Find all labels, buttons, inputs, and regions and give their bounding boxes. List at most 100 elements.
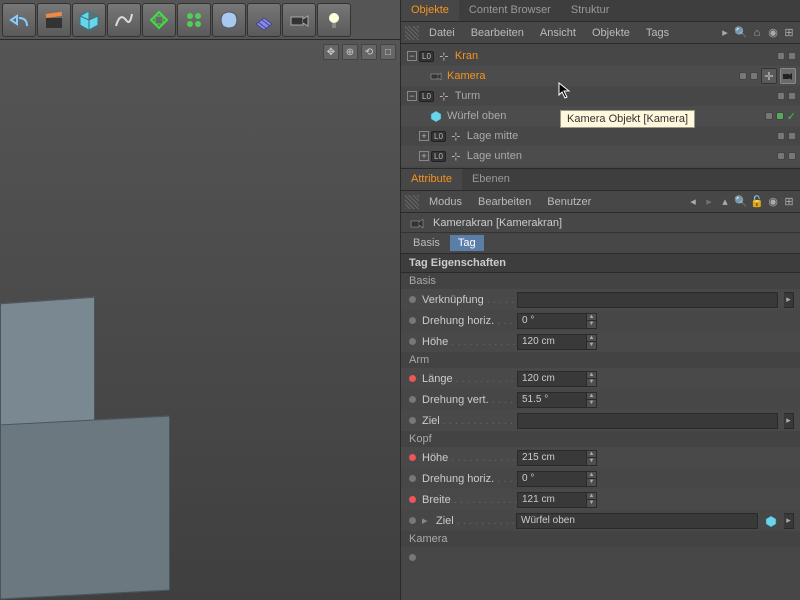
link-field[interactable]: [517, 292, 778, 308]
nav-fwd-icon[interactable]: ▸: [702, 195, 716, 209]
link-arrow-icon[interactable]: ▸: [784, 413, 794, 429]
vis-dot[interactable]: [765, 112, 773, 120]
nav-up-icon[interactable]: ▴: [718, 195, 732, 209]
tag-camera-icon[interactable]: [780, 68, 796, 84]
value-input[interactable]: 120 cm: [517, 334, 587, 350]
vis-dot[interactable]: [788, 132, 796, 140]
tree-item-turm[interactable]: − L0 ⊹ Turm: [401, 86, 800, 106]
grip-icon[interactable]: [405, 195, 419, 209]
anim-dot[interactable]: [409, 496, 416, 503]
spinner[interactable]: ▲▼: [587, 392, 597, 408]
menu-objekte[interactable]: Objekte: [586, 25, 636, 41]
tab-objekte[interactable]: Objekte: [401, 0, 459, 21]
tool-cube-icon[interactable]: [72, 3, 106, 37]
home-icon[interactable]: ⌂: [750, 26, 764, 40]
anim-dot[interactable]: [409, 375, 416, 382]
vis-dot[interactable]: [739, 72, 747, 80]
menu-datei[interactable]: Datei: [423, 25, 461, 41]
link-arrow-icon[interactable]: ▸: [784, 292, 794, 308]
vis-dot[interactable]: [777, 132, 785, 140]
anim-dot[interactable]: [409, 317, 416, 324]
vis-dot[interactable]: [788, 52, 796, 60]
eye-icon[interactable]: ◉: [766, 26, 780, 40]
anim-dot[interactable]: [409, 475, 416, 482]
value-input[interactable]: 215 cm: [517, 450, 587, 466]
menu-modus[interactable]: Modus: [423, 194, 468, 210]
viewport-3d[interactable]: ✥ ⊕ ⟲ □: [0, 40, 400, 600]
tab-struktur[interactable]: Struktur: [561, 0, 620, 21]
anim-dot[interactable]: [409, 517, 416, 524]
spinner[interactable]: ▲▼: [587, 492, 597, 508]
menu-benutzer[interactable]: Benutzer: [541, 194, 597, 210]
tree-item-lage-unten[interactable]: + L0 ⊹ Lage unten: [401, 146, 800, 166]
value-input[interactable]: 121 cm: [517, 492, 587, 508]
link-field[interactable]: [517, 413, 778, 429]
menu-tags[interactable]: Tags: [640, 25, 675, 41]
lock-icon[interactable]: 🔓: [750, 195, 764, 209]
eye-icon[interactable]: ◉: [766, 195, 780, 209]
expand-icon[interactable]: +: [419, 131, 429, 141]
expand-icon[interactable]: +: [419, 151, 429, 161]
menu-ansicht[interactable]: Ansicht: [534, 25, 582, 41]
expand-icon[interactable]: ⊞: [782, 26, 796, 40]
nav-back-icon[interactable]: ◂: [686, 195, 700, 209]
anim-dot[interactable]: [409, 396, 416, 403]
spinner[interactable]: ▲▼: [587, 450, 597, 466]
anim-dot[interactable]: [409, 554, 416, 561]
anim-dot[interactable]: [409, 296, 416, 303]
subtab-tag[interactable]: Tag: [450, 235, 484, 251]
spinner[interactable]: ▲▼: [587, 471, 597, 487]
tree-item-lage-mitte[interactable]: + L0 ⊹ Lage mitte: [401, 126, 800, 146]
vis-dot[interactable]: [777, 92, 785, 100]
expand-arrow-icon[interactable]: ▸: [422, 514, 432, 527]
tool-camera-icon[interactable]: [282, 3, 316, 37]
collapse-icon[interactable]: −: [407, 91, 417, 101]
vis-dot[interactable]: [777, 52, 785, 60]
vis-dot[interactable]: [788, 152, 796, 160]
vp-pan-icon[interactable]: ✥: [323, 44, 339, 60]
collapse-icon[interactable]: −: [407, 51, 417, 61]
tab-ebenen[interactable]: Ebenen: [462, 169, 520, 190]
tool-array-icon[interactable]: [177, 3, 211, 37]
expand-icon[interactable]: ⊞: [782, 195, 796, 209]
tool-spline-icon[interactable]: [107, 3, 141, 37]
tool-deformer-icon[interactable]: [212, 3, 246, 37]
value-input[interactable]: 0 °: [517, 313, 587, 329]
vis-dot[interactable]: [788, 92, 796, 100]
tree-item-kran[interactable]: − L0 ⊹ Kran: [401, 46, 800, 66]
spinner[interactable]: ▲▼: [587, 313, 597, 329]
grip-icon[interactable]: [405, 26, 419, 40]
tab-content-browser[interactable]: Content Browser: [459, 0, 561, 21]
tool-floor-icon[interactable]: [247, 3, 281, 37]
subtab-basis[interactable]: Basis: [405, 235, 448, 251]
link-field[interactable]: Würfel oben: [516, 513, 758, 529]
vis-dot[interactable]: [776, 112, 784, 120]
tab-attribute[interactable]: Attribute: [401, 169, 462, 190]
tool-light-icon[interactable]: [317, 3, 351, 37]
vis-dot[interactable]: [750, 72, 758, 80]
value-input[interactable]: 120 cm: [517, 371, 587, 387]
link-arrow-icon[interactable]: ▸: [784, 513, 794, 529]
anim-dot[interactable]: [409, 338, 416, 345]
tree-item-kamera[interactable]: Kamera ✛: [401, 66, 800, 86]
value-input[interactable]: 51.5 °: [517, 392, 587, 408]
vp-max-icon[interactable]: □: [380, 44, 396, 60]
value-input[interactable]: 0 °: [517, 471, 587, 487]
check-icon[interactable]: ✓: [787, 110, 796, 123]
menu-bearbeiten[interactable]: Bearbeiten: [472, 194, 537, 210]
anim-dot[interactable]: [409, 417, 416, 424]
vp-rotate-icon[interactable]: ⟲: [361, 44, 377, 60]
spinner[interactable]: ▲▼: [587, 334, 597, 350]
search-icon[interactable]: 🔍: [734, 26, 748, 40]
vp-zoom-icon[interactable]: ⊕: [342, 44, 358, 60]
tool-undo-icon[interactable]: [2, 3, 36, 37]
vis-dot[interactable]: [777, 152, 785, 160]
search-icon[interactable]: 🔍: [734, 195, 748, 209]
tag-crosshair-icon[interactable]: ✛: [761, 68, 777, 84]
tool-clapper-icon[interactable]: [37, 3, 71, 37]
anim-dot[interactable]: [409, 454, 416, 461]
tool-nurbs-icon[interactable]: [142, 3, 176, 37]
arrow-icon[interactable]: ▸: [718, 26, 732, 40]
spinner[interactable]: ▲▼: [587, 371, 597, 387]
menu-bearbeiten[interactable]: Bearbeiten: [465, 25, 530, 41]
